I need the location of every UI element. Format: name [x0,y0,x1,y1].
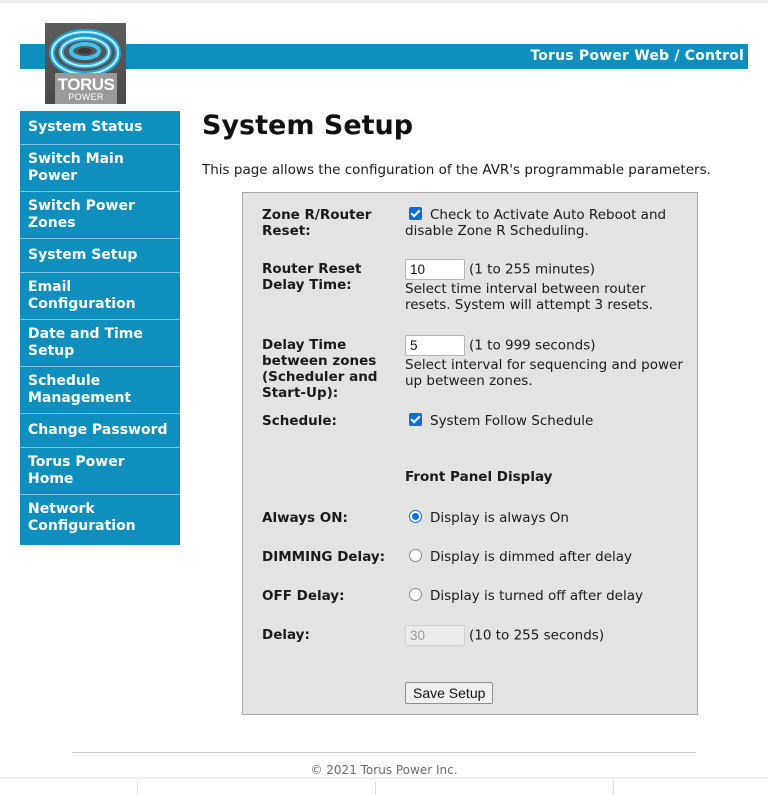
sidebar-item-change-password[interactable]: Change Password [20,414,180,448]
router-delay-range: (1 to 255 minutes) [469,261,595,278]
sidebar-item-date-time-setup[interactable]: Date and Time Setup [20,320,180,367]
copyright-text: © 2021 Torus Power Inc. [310,763,458,777]
delay-label: Delay: [262,627,310,643]
always-on-radio[interactable] [409,510,422,523]
sidebar-item-system-status[interactable]: System Status [20,111,180,145]
always-on-label: Always ON: [262,510,348,526]
browser-top-edge [0,0,768,3]
router-delay-help: Select time interval between router rese… [405,281,653,313]
schedule-checkbox[interactable] [409,413,422,426]
off-delay-label: OFF Delay: [262,588,345,604]
sidebar-item-torus-power-home[interactable]: Torus Power Home [20,448,180,495]
page-title: System Setup [202,110,414,141]
dimming-delay-label: DIMMING Delay: [262,549,386,565]
zone-reset-checkbox[interactable] [409,207,422,220]
always-on-text: Display is always On [430,510,569,526]
header-bar: Torus Power Web / Control [20,44,748,69]
torus-power-logo[interactable]: TORUS POWER [45,23,126,104]
zone-delay-input[interactable] [405,335,465,356]
schedule-label: Schedule: [262,413,337,429]
sidebar-item-email-configuration[interactable]: Email Configuration [20,273,180,320]
torus-ring-icon [49,29,121,77]
sidebar-item-switch-power-zones[interactable]: Switch Power Zones [20,192,180,239]
sidebar-item-schedule-management[interactable]: Schedule Management [20,367,180,414]
browser-bottom-bar [0,777,768,795]
page-description: This page allows the configuration of th… [202,162,711,178]
schedule-text: System Follow Schedule [430,413,594,429]
system-setup-form: Zone R/Router Reset: Check to Activate A… [242,192,698,715]
sidebar-nav: System Status Switch Main Power Switch P… [20,111,180,545]
header-title: Torus Power Web / Control [530,48,744,64]
router-delay-input[interactable] [405,259,465,280]
delay-range: (10 to 255 seconds) [469,627,605,644]
sidebar-item-system-setup[interactable]: System Setup [20,239,180,273]
zone-delay-range: (1 to 999 seconds) [469,337,596,354]
footer-divider [72,752,696,753]
save-setup-button[interactable]: Save Setup [405,682,494,704]
dimming-delay-radio[interactable] [409,549,422,562]
delay-input[interactable] [405,625,465,646]
dimming-delay-text: Display is dimmed after delay [430,549,633,565]
sidebar-item-network-configuration[interactable]: Network Configuration [20,495,180,545]
off-delay-radio[interactable] [409,588,422,601]
off-delay-text: Display is turned off after delay [430,588,643,604]
router-delay-label: Router Reset Delay Time: [262,261,362,293]
sidebar-item-switch-main-power[interactable]: Switch Main Power [20,145,180,192]
logo-subtext: POWER [68,92,104,102]
zone-delay-help: Select interval for sequencing and power… [405,357,683,389]
zone-delay-label: Delay Time between zones (Scheduler and … [262,337,378,401]
front-panel-display-heading: Front Panel Display [405,469,553,485]
zone-reset-label: Zone R/Router Reset: [262,207,372,239]
zone-reset-text: Check to Activate Auto Reboot and disabl… [405,207,667,239]
logo-plate: TORUS POWER [55,73,117,104]
